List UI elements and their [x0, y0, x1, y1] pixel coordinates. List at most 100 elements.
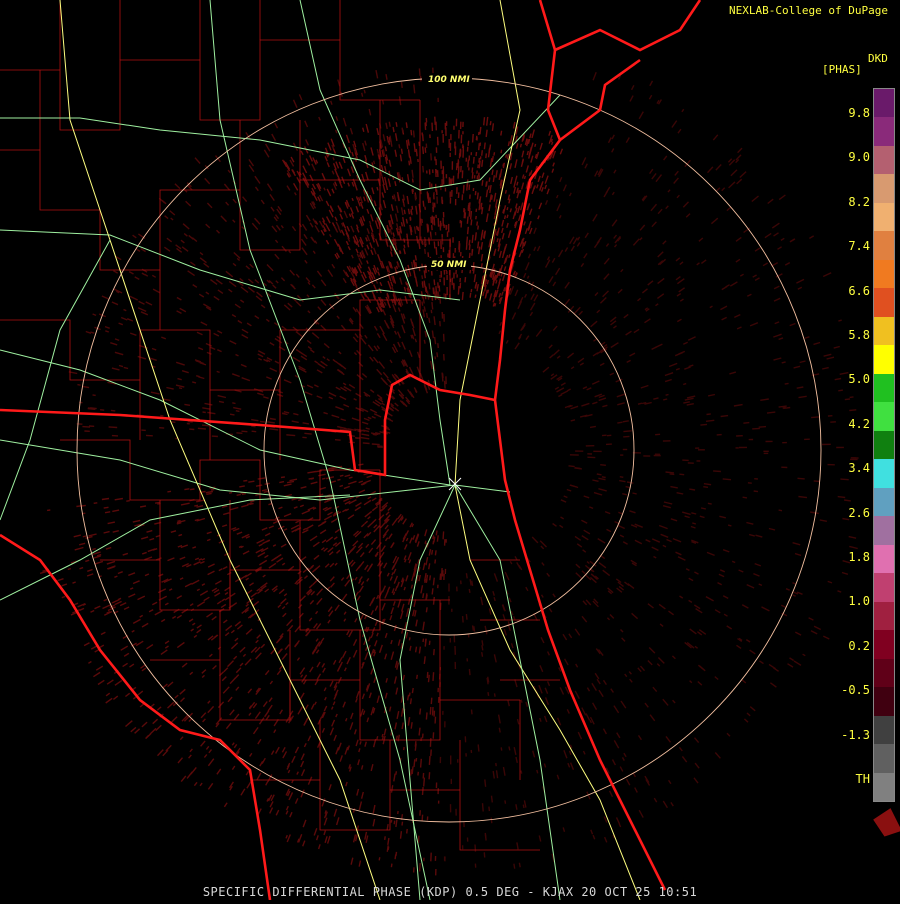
- radar-return-gate: [680, 262, 683, 265]
- radar-return-gate: [171, 422, 175, 423]
- radar-return-gate: [421, 219, 422, 226]
- radar-return-gate: [732, 561, 735, 562]
- radar-return-gate: [436, 247, 437, 255]
- radar-return-gate: [356, 698, 358, 702]
- radar-return-gate: [377, 696, 379, 703]
- radar-return-gate: [380, 282, 382, 286]
- radar-return-gate: [280, 710, 283, 714]
- radar-return-gate: [146, 734, 151, 739]
- credit-text: NEXLAB-College of DuPage: [729, 4, 888, 17]
- color-legend: [873, 88, 895, 802]
- radar-return-gate: [421, 585, 423, 593]
- radar-return-gate: [553, 282, 556, 286]
- radar-return-gate: [316, 639, 318, 642]
- radar-return-gate: [433, 535, 434, 539]
- radar-map[interactable]: 100 NMI 50 NMI NEXLAB-College of DuPage …: [0, 0, 900, 900]
- radar-return-gate: [227, 573, 231, 575]
- radar-return-gate: [595, 241, 600, 248]
- radar-return-gate: [537, 185, 538, 189]
- radar-return-gate: [390, 360, 392, 363]
- radar-return-gate: [372, 444, 380, 445]
- radar-return-gate: [755, 278, 759, 281]
- radar-return-gate: [388, 587, 390, 592]
- radar-return-gate: [124, 310, 127, 311]
- radar-return-gate: [423, 622, 424, 631]
- radar-return-gate: [610, 373, 614, 375]
- radar-return-gate: [658, 658, 664, 664]
- radar-return-gate: [593, 835, 595, 839]
- radar-return-gate: [208, 564, 215, 567]
- radar-return-gate: [576, 573, 582, 579]
- radar-return-gate: [214, 635, 217, 638]
- range-ring-50: [264, 265, 634, 635]
- radar-return-gate: [695, 738, 699, 743]
- radar-return-gate: [401, 696, 402, 703]
- radar-return-gate: [582, 536, 589, 540]
- radar-return-gate: [604, 817, 607, 823]
- radar-return-gate: [411, 130, 412, 135]
- radar-return-gate: [433, 578, 434, 586]
- radar-return-gate: [409, 560, 410, 564]
- radar-return-gate: [484, 117, 485, 125]
- radar-return-gate: [262, 758, 265, 763]
- radar-return-gate: [175, 695, 178, 698]
- radar-return-gate: [330, 681, 333, 687]
- radar-return-gate: [396, 122, 397, 127]
- radar-return-gate: [391, 251, 393, 256]
- radar-return-gate: [364, 197, 366, 202]
- radar-return-gate: [708, 167, 713, 173]
- radar-return-gate: [202, 408, 210, 409]
- radar-return-gate: [385, 525, 388, 529]
- radar-return-gate: [192, 623, 195, 625]
- radar-return-gate: [475, 845, 476, 852]
- radar-return-gate: [326, 201, 329, 206]
- radar-return-gate: [339, 364, 346, 369]
- radar-return-gate: [147, 531, 153, 533]
- radar-return-gate: [500, 169, 502, 177]
- radar-return-gate: [386, 678, 387, 682]
- radar-return-gate: [242, 329, 248, 333]
- radar-return-gate: [406, 122, 407, 128]
- legend-color-swatch: [874, 317, 894, 346]
- radar-return-gate: [83, 536, 86, 537]
- radar-return-gate: [372, 507, 377, 511]
- radar-return-gate: [285, 645, 289, 650]
- radar-return-gate: [353, 541, 358, 546]
- radar-return-gate: [334, 537, 337, 539]
- radar-return-gate: [423, 146, 424, 154]
- radar-return-gate: [422, 302, 423, 306]
- radar-return-gate: [727, 733, 730, 736]
- radar-return-gate: [284, 380, 291, 383]
- radar-return-gate: [350, 546, 356, 552]
- radar-return-gate: [359, 481, 363, 483]
- radar-return-gate: [504, 266, 505, 270]
- radar-return-gate: [557, 204, 560, 212]
- radar-return-gate: [317, 370, 322, 373]
- radar-return-gate: [584, 253, 587, 258]
- radar-return-gate: [434, 649, 435, 655]
- radar-return-gate: [226, 271, 233, 277]
- radar-return-gate: [570, 751, 572, 755]
- radar-return-gate: [689, 489, 695, 490]
- radar-return-gate: [225, 633, 229, 636]
- radar-return-gate: [348, 515, 354, 519]
- radar-return-gate: [382, 192, 383, 197]
- radar-return-gate: [93, 672, 100, 676]
- radar-return-gate: [102, 296, 109, 299]
- radar-return-gate: [197, 630, 201, 633]
- radar-return-gate: [198, 428, 206, 429]
- radar-return-gate: [474, 274, 475, 282]
- legend-label: 4.2: [848, 417, 870, 431]
- radar-return-gate: [484, 143, 485, 150]
- radar-return-gate: [329, 611, 333, 617]
- radar-return-gate: [171, 717, 177, 723]
- radar-return-gate: [658, 278, 665, 283]
- radar-return-gate: [171, 218, 173, 220]
- radar-return-gate: [371, 633, 373, 638]
- radar-return-gate: [718, 583, 722, 585]
- radar-return-gate: [356, 740, 358, 746]
- radar-return-gate: [216, 280, 222, 285]
- radar-return-gate: [336, 116, 338, 120]
- radar-return-gate: [434, 316, 435, 325]
- radar-return-gate: [623, 757, 625, 760]
